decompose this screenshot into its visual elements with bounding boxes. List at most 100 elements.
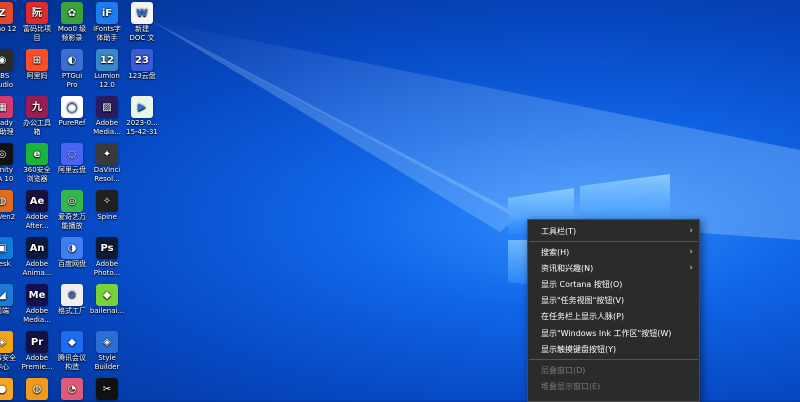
desktop[interactable]: ZZoho 12◉OBS Studio▦Ready or 助理◎Sanity L… <box>0 0 800 402</box>
desktop-icon[interactable]: ◐ PTGui Pro <box>53 47 91 90</box>
app-icon: 九 <box>26 96 48 118</box>
desktop-icon-label: Style Builder <box>94 354 120 371</box>
desktop-icon[interactable]: ◍ <box>18 376 56 401</box>
app-icon: 阮 <box>26 2 48 24</box>
desktop-icon[interactable]: ✦ DaVinci Resol... <box>88 141 126 184</box>
style-builder-icon: ◈ <box>96 331 118 353</box>
menu-item[interactable]: 显示"Windows Ink 工作区"按钮(W) <box>528 326 699 341</box>
desktop-icon[interactable]: ◑ 百度网盘 <box>53 235 91 269</box>
menu-item[interactable]: 显示 Cortana 按钮(O) <box>528 277 699 292</box>
adobe-media-encoder-icon: Me <box>26 284 48 306</box>
menu-item[interactable]: 工具栏(T) › <box>528 224 699 239</box>
desktop-icon[interactable]: 12 Lumion 12.0 <box>88 47 126 90</box>
desktop-icon[interactable]: W 新建 DOC 文 <box>123 0 161 43</box>
desktop-icon[interactable]: ◔ <box>53 376 91 401</box>
desktop-icon-label: Adobe Photo... <box>93 260 121 277</box>
adobe-icon: ▨ <box>96 96 118 118</box>
desktop-icon[interactable]: Pr Adobe Premie... <box>18 329 56 372</box>
video-file-icon: ▶ <box>131 96 153 118</box>
desktop-icon[interactable]: ▨ Adobe Media... <box>88 94 126 137</box>
desktop-icon[interactable]: ▶ 2023-0... 15-42-31 <box>123 94 161 137</box>
desktop-icon[interactable]: Ps Adobe Photo... <box>88 235 126 278</box>
adobe-animate-icon: An <box>26 237 48 259</box>
desktop-icon-label: iFonts字 体助手 <box>93 25 121 42</box>
player-icon: ◎ <box>61 190 83 212</box>
menu-item-label: 堆叠显示窗口(E) <box>541 382 601 391</box>
desktop-icon-label: 百度网盘 <box>58 260 86 268</box>
lumion-icon: 12 <box>96 49 118 71</box>
menu-item <box>528 395 699 401</box>
menu-item-label: 显示"Windows Ink 工作区"按钮(W) <box>541 329 672 338</box>
desktop-icon[interactable]: 九办公工具 箱 <box>18 94 56 137</box>
desktop-icon-label: Spine <box>97 213 117 221</box>
desktop-icon[interactable]: ✧ Spine <box>88 188 126 222</box>
menu-separator <box>529 359 698 360</box>
desktop-icon[interactable]: ◆ bailenai... <box>88 282 126 316</box>
menu-item-label: 显示 Cortana 按钮(O) <box>541 280 623 289</box>
desktop-icon[interactable]: ◎ 爱奇艺万 能播放 <box>53 188 91 231</box>
desktop-icon-label: 123云盘 <box>128 72 156 80</box>
desktop-icon[interactable]: iF iFonts字 体助手 <box>88 0 126 43</box>
menu-item-label: 搜索(H) <box>541 248 570 257</box>
desktop-icon[interactable]: ⊞ 阿里妈 <box>18 47 56 81</box>
desktop-icon[interactable]: ⚙ 格式工厂 <box>53 282 91 316</box>
desktop-icon-label: Adobe Media... <box>23 307 51 324</box>
desktop-icon-label: 阿里云盘 <box>58 166 86 174</box>
desktop-icon-label: Adobe Anima... <box>22 260 52 277</box>
desktop-icon[interactable]: ◆ 腾讯会议 构造 <box>53 329 91 372</box>
menu-item[interactable]: 显示触摸键盘按钮(Y) <box>528 342 699 357</box>
app-icon: ◎ <box>0 143 13 165</box>
menu-item-label: 显示触摸键盘按钮(Y) <box>541 345 617 354</box>
desktop-icon[interactable]: e 360安全 浏览器 <box>18 141 56 184</box>
desktop-icon-label: 360安全 浏览器 <box>23 166 51 183</box>
desktop-icon[interactable]: ◯ PureRef <box>53 94 91 128</box>
desktop-icon-label: Adobe After... <box>25 213 49 230</box>
desktop-icon-label: 办公工具 箱 <box>23 119 51 136</box>
desktop-icon-label: 2023-0... 15-42-31 <box>126 119 158 136</box>
desktop-icon[interactable]: ✂ <box>88 376 126 401</box>
pureref-icon: ◯ <box>61 96 83 118</box>
menu-item[interactable]: 显示"任务视图"按钮(V) <box>528 293 699 308</box>
word-document-icon: W <box>131 2 153 24</box>
app-icon: ◐ <box>61 49 83 71</box>
desktop-icon[interactable]: Ae Adobe After... <box>18 188 56 231</box>
ifonts-icon: iF <box>96 2 118 24</box>
desktop-icon-label: bailenai... <box>89 307 125 315</box>
desktop-icon-label: Adobe Media... <box>93 119 121 136</box>
desktop-icon-label: PureRef <box>58 119 86 127</box>
menu-item-label: 工具栏(T) <box>541 227 577 236</box>
adobe-photoshop-icon: Ps <box>96 237 118 259</box>
menu-separator <box>529 241 698 242</box>
adobe-premiere-icon: Pr <box>26 331 48 353</box>
desktop-icon[interactable]: 阮富码比项 目 <box>18 0 56 43</box>
menu-item-label: 资讯和兴趣(N) <box>541 264 594 273</box>
desktop-icon-label: 阿里妈 <box>26 72 48 80</box>
app-icon: ◍ <box>26 378 48 400</box>
desktop-icon[interactable]: ◌ 阿里云盘 <box>53 141 91 175</box>
desktop-icon-label: Lumion 12.0 <box>94 72 120 89</box>
desktop-icon-label: DaVinci Resol... <box>93 166 121 183</box>
desktop-icon[interactable]: Me Adobe Media... <box>18 282 56 325</box>
desktop-icon[interactable]: ✿ Moo0 级 频影录 <box>53 0 91 43</box>
menu-item[interactable]: 搜索(H) › <box>528 245 699 260</box>
zoho-icon: Z <box>0 2 13 24</box>
app-icon: ● <box>0 378 13 400</box>
chevron-right-icon: › <box>689 263 693 273</box>
desktop-icon[interactable]: 23 123云盘 <box>123 47 161 81</box>
desktop-icon-label: 腾讯会议 构造 <box>58 354 86 371</box>
cloud-drive-icon: ◑ <box>61 237 83 259</box>
app-icon: ✿ <box>61 2 83 24</box>
menu-item[interactable]: 资讯和兴趣(N) › <box>528 261 699 276</box>
taskbar-context-menu: 工具栏(T) › 搜索(H) › 资讯和兴趣(N) › 显示 Cortana 按钮(O) 显示… <box>527 219 700 402</box>
menu-item: 层叠窗口(D) <box>528 363 699 378</box>
spine-icon: ✧ <box>96 190 118 212</box>
menu-item[interactable]: 在任务栏上显示人脉(P) <box>528 309 699 324</box>
app-icon: ◈ <box>0 331 13 353</box>
menu-item-label: 在任务栏上显示人脉(P) <box>541 312 625 321</box>
desktop-icon[interactable]: ◈ Style Builder <box>88 329 126 372</box>
desktop-icon-label: Adobe Premie... <box>21 354 53 371</box>
app-icon: ▣ <box>0 237 13 259</box>
adobe-after-effects-icon: Ae <box>26 190 48 212</box>
app-icon: ⚙ <box>61 284 83 306</box>
desktop-icon[interactable]: An Adobe Anima... <box>18 235 56 278</box>
